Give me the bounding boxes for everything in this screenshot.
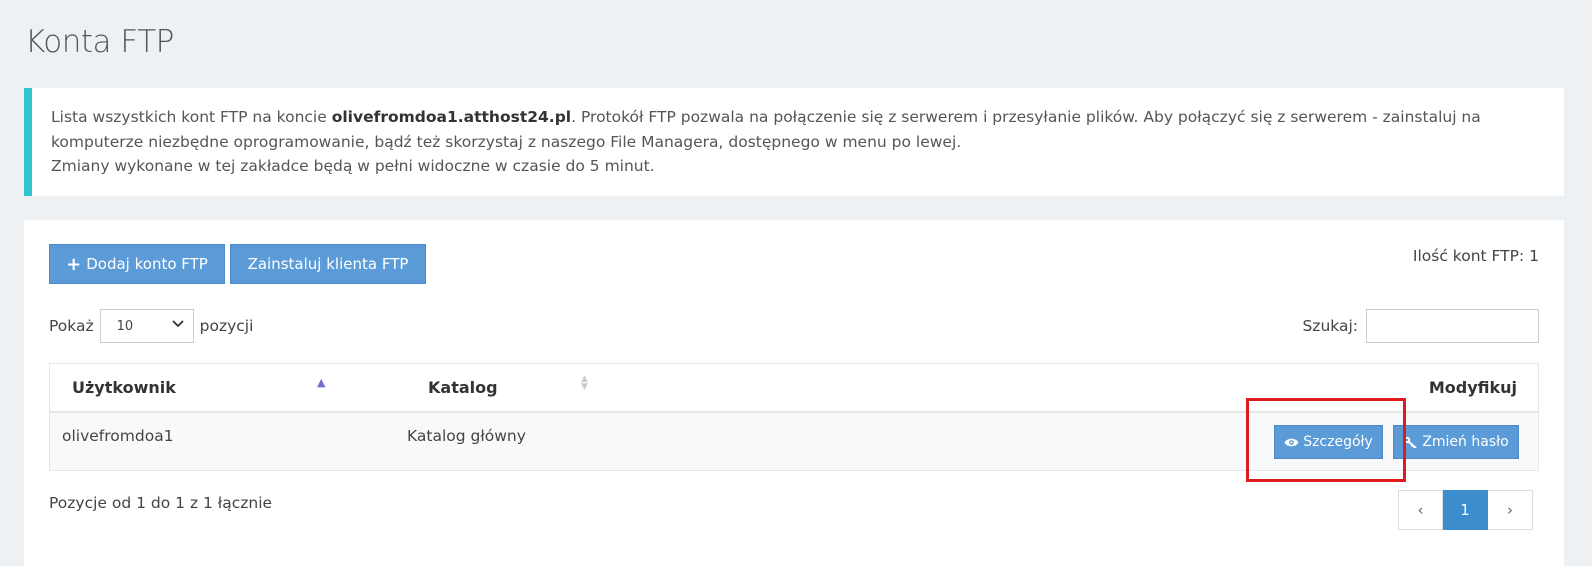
sort-both-icon[interactable]: ▲ ▼ [581, 375, 588, 392]
page-title: Konta FTP [25, 24, 174, 60]
highlight-box [1246, 398, 1406, 482]
change-password-label: Zmień hasło [1422, 434, 1509, 450]
cell-catalog: Katalog główny [407, 427, 526, 445]
page-length-select[interactable]: 10 [99, 309, 194, 343]
table-summary: Pozycje od 1 do 1 z 1 łącznie [49, 494, 273, 512]
search-control: Szukaj: [1302, 309, 1539, 343]
page-length-control: Pokaż 10 pozycji [49, 309, 253, 343]
show-suffix: pozycji [199, 317, 254, 335]
change-password-button[interactable]: Zmień hasło [1393, 425, 1519, 459]
info-text-before: Lista wszystkich kont FTP na koncie [51, 108, 332, 126]
column-header-modify: Modyfikuj [1428, 378, 1517, 397]
install-ftp-client-button[interactable]: Zainstaluj klienta FTP [230, 244, 426, 284]
pagination-next[interactable]: › [1488, 490, 1533, 530]
add-ftp-account-button[interactable]: + Dodaj konto FTP [49, 244, 225, 284]
ftp-panel: + Dodaj konto FTP Zainstaluj klienta FTP… [24, 220, 1564, 566]
search-input[interactable] [1366, 309, 1539, 343]
show-label: Pokaż [49, 317, 94, 335]
ftp-account-count: Ilość kont FTP: 1 [1412, 247, 1539, 265]
cell-user: olivefromdoa1 [62, 427, 174, 445]
info-box: Lista wszystkich kont FTP na koncie oliv… [24, 88, 1564, 196]
chevron-down-icon [171, 316, 185, 334]
column-header-catalog[interactable]: Katalog [428, 378, 498, 397]
plus-icon: + [66, 253, 82, 275]
page-length-value: 10 [116, 318, 134, 334]
pagination: ‹ 1 › [1398, 490, 1533, 530]
column-header-user[interactable]: Użytkownik [72, 378, 176, 397]
sort-asc-icon[interactable]: ▲ [317, 376, 325, 389]
pagination-page-1[interactable]: 1 [1443, 490, 1488, 530]
account-name: olivefromdoa1.atthost24.pl [331, 108, 572, 126]
search-label: Szukaj: [1302, 317, 1358, 335]
pagination-prev[interactable]: ‹ [1398, 490, 1443, 530]
add-ftp-account-label: Dodaj konto FTP [86, 255, 208, 273]
info-line2: Zmiany wykonane w tej zakładce będą w pe… [51, 157, 655, 175]
